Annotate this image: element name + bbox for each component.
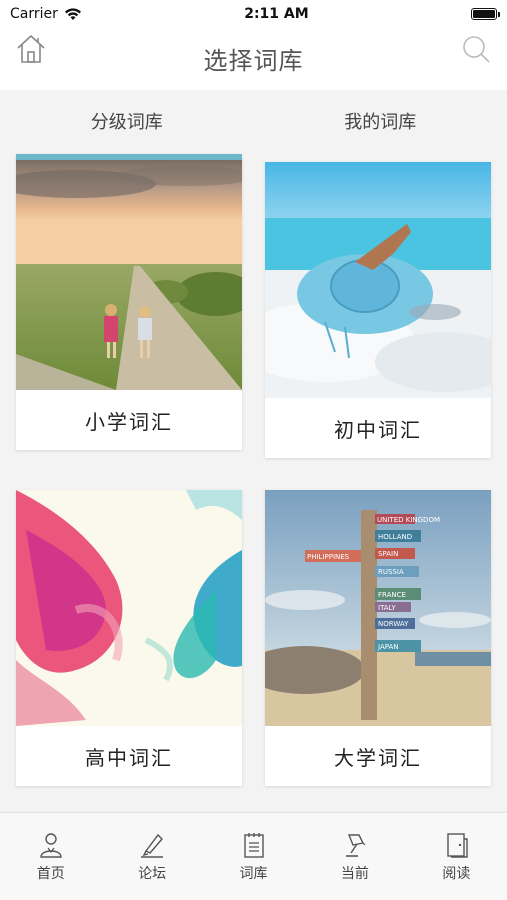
card-primary-vocab[interactable]: 小学词汇 — [16, 154, 242, 450]
card-junior-vocab[interactable]: 初中词汇 — [265, 162, 491, 458]
tab-label: 首页 — [36, 866, 65, 882]
card-college-vocab[interactable]: UNITED KINGDOM HOLLAND SPAIN PHILIPPINES… — [265, 490, 491, 786]
tab-label: 词库 — [239, 866, 268, 882]
tab-reading[interactable]: 阅读 — [406, 813, 507, 900]
page-title: 选择词库 — [203, 46, 304, 75]
beach-hat-image — [265, 162, 491, 398]
card-senior-vocab[interactable]: 高中词汇 — [16, 490, 242, 786]
tab-label: 论坛 — [138, 866, 167, 882]
tab-label: 当前 — [340, 866, 369, 882]
tab-forum[interactable]: 论坛 — [101, 813, 202, 900]
search-icon[interactable] — [459, 32, 493, 66]
signpost-image: UNITED KINGDOM HOLLAND SPAIN PHILIPPINES… — [265, 490, 491, 726]
sign-text: PHILIPPINES — [307, 553, 350, 561]
card-label: 初中词汇 — [334, 417, 422, 442]
status-time: 2:11 AM — [244, 6, 309, 22]
tab-label: 阅读 — [442, 866, 471, 882]
sign-text: JAPAN — [377, 643, 399, 651]
sign-text: HOLLAND — [378, 533, 412, 541]
segment-tabs: 分级词库 我的词库 — [0, 90, 507, 152]
person-icon — [40, 833, 62, 858]
sign-text: UNITED KINGDOM — [377, 516, 440, 524]
card-label: 小学词汇 — [85, 409, 173, 434]
bottom-tab-bar: 首页 论坛 词库 当前 阅读 — [0, 812, 507, 900]
card-label: 高中词汇 — [85, 745, 173, 770]
ink-smoke-image — [16, 490, 242, 726]
carrier-label: Carrier — [10, 6, 58, 22]
sign-text: FRANCE — [378, 591, 406, 599]
status-bar: Carrier 2:11 AM — [0, 0, 507, 28]
tab-home[interactable]: 首页 — [0, 813, 101, 900]
sign-text: ITALY — [378, 604, 397, 612]
status-left: Carrier — [10, 6, 82, 22]
wifi-icon — [64, 7, 81, 20]
sign-text: RUSSIA — [378, 568, 404, 576]
girls-road-image — [16, 154, 242, 390]
home-icon[interactable] — [14, 32, 48, 66]
tab-current[interactable]: 当前 — [304, 813, 405, 900]
main-content: 分级词库 我的词库 小学词汇 初中词汇 高中词汇 UNITED KINGDOM … — [0, 90, 507, 812]
pen-icon — [141, 833, 164, 858]
sign-text: SPAIN — [378, 550, 398, 558]
tab-graded-library[interactable]: 分级词库 — [0, 90, 254, 152]
card-label: 大学词汇 — [334, 745, 422, 770]
notebook-icon — [243, 833, 264, 858]
tab-my-library[interactable]: 我的词库 — [254, 90, 507, 152]
lamp-icon — [345, 834, 366, 857]
nav-bar: 选择词库 — [0, 28, 507, 88]
tab-library[interactable]: 词库 — [203, 813, 304, 900]
book-icon — [447, 833, 469, 858]
battery-icon — [470, 8, 500, 20]
sign-text: NORWAY — [378, 620, 409, 628]
